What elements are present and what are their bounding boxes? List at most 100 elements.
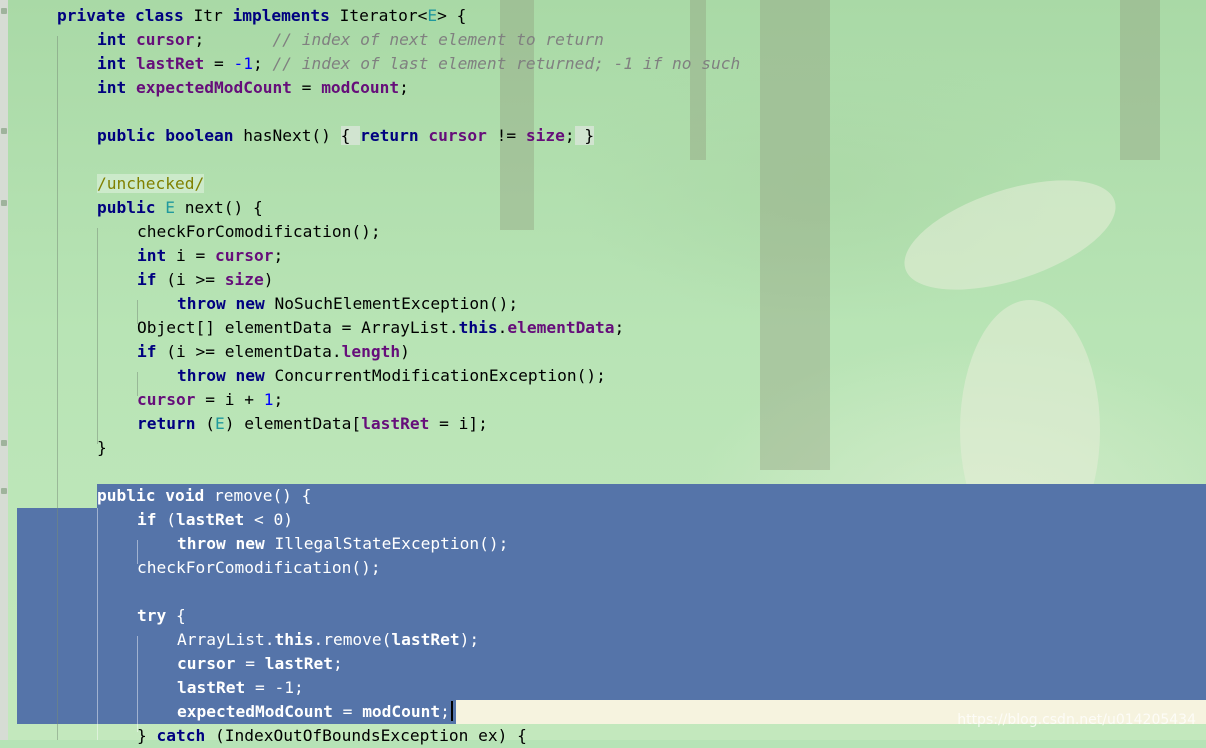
statement: ConcurrentModificationException(); <box>264 366 606 385</box>
statement: = i + <box>195 390 264 409</box>
field-name: lastRet <box>177 678 246 697</box>
punctuation: ; <box>399 78 409 97</box>
punctuation: { <box>166 606 186 625</box>
code-line[interactable]: int cursor; // index of next element to … <box>17 28 1206 52</box>
keyword: new <box>235 534 265 553</box>
folded-brace[interactable]: } <box>574 126 595 145</box>
keyword: this <box>458 318 498 337</box>
field-name: expectedModCount <box>177 702 333 721</box>
field-name: elementData <box>507 318 615 337</box>
statement: ) elementData[ <box>224 414 362 433</box>
statement: IllegalStateException(); <box>264 534 509 553</box>
fold-marker-icon[interactable] <box>1 128 7 134</box>
code-line[interactable]: checkForComodification(); <box>17 220 1206 244</box>
punctuation: ) <box>263 270 274 289</box>
method-signature: next() { <box>174 198 263 217</box>
keyword: if <box>137 510 157 529</box>
editor-gutter[interactable] <box>0 0 8 740</box>
punctuation: . <box>497 318 508 337</box>
field-name: lastRet <box>264 654 333 673</box>
keyword: new <box>235 366 265 385</box>
code-line[interactable]: public boolean hasNext() { return cursor… <box>17 124 1206 148</box>
field-name: modCount <box>362 702 441 721</box>
code-line-selected[interactable]: cursor = lastRet; <box>17 652 1206 676</box>
code-line[interactable]: throw new ConcurrentModificationExceptio… <box>17 364 1206 388</box>
code-line[interactable]: return (E) elementData[lastRet = i]; <box>17 412 1206 436</box>
folded-brace[interactable]: { <box>340 126 361 145</box>
statement: (i >= <box>156 270 225 289</box>
fold-marker-icon[interactable] <box>1 8 7 14</box>
keyword: return <box>360 126 419 145</box>
code-editor[interactable]: private class Itr implements Iterator<E>… <box>17 0 1206 745</box>
code-line-selected[interactable]: lastRet = -1; <box>17 676 1206 700</box>
fold-marker-icon[interactable] <box>1 440 7 446</box>
fold-marker-icon[interactable] <box>1 488 7 494</box>
code-line[interactable]: } <box>17 436 1206 460</box>
text-caret <box>450 701 453 721</box>
keyword: public <box>97 486 156 505</box>
code-line[interactable]: /unchecked/ <box>17 172 1206 196</box>
code-line[interactable]: cursor = i + 1; <box>17 388 1206 412</box>
keyword: return <box>137 414 196 433</box>
operator: = <box>235 654 265 673</box>
code-line[interactable]: private class Itr implements Iterator<E>… <box>17 4 1206 28</box>
code-line-selected[interactable]: throw new IllegalStateException(); <box>17 532 1206 556</box>
field-name: cursor <box>177 654 236 673</box>
operator: = <box>332 702 363 721</box>
statement: NoSuchElementException(); <box>264 294 519 313</box>
code-line-selected[interactable]: try { <box>17 604 1206 628</box>
annotation-text: /unchecked/ <box>97 174 205 193</box>
punctuation: ; <box>614 318 625 337</box>
keyword: throw <box>177 294 226 313</box>
punctuation: ; <box>273 390 284 409</box>
punctuation: ( <box>195 414 215 433</box>
keyword: new <box>235 294 265 313</box>
type-parameter: E <box>165 198 175 217</box>
punctuation: ; <box>332 654 343 673</box>
code-line[interactable]: public E next() { <box>17 196 1206 220</box>
field-name: lastRet <box>361 414 430 433</box>
field-name: lastRet <box>176 510 245 529</box>
statement: checkForComodification(); <box>137 222 381 241</box>
keyword: catch <box>156 726 206 745</box>
keyword: int <box>137 246 167 265</box>
statement: .remove( <box>313 630 392 649</box>
code-line-selected[interactable]: public void remove() { <box>17 484 1206 508</box>
keyword: if <box>137 342 157 361</box>
code-line[interactable]: int i = cursor; <box>17 244 1206 268</box>
code-line-selected[interactable]: checkForComodification(); <box>17 556 1206 580</box>
interface-name: Iterator< <box>329 6 428 25</box>
keyword: void <box>165 486 205 505</box>
keyword: throw <box>177 366 226 385</box>
code-line[interactable]: if (i >= elementData.length) <box>17 340 1206 364</box>
field-name: cursor <box>428 126 487 145</box>
statement: checkForComodification(); <box>137 558 381 577</box>
keyword: int <box>97 30 127 49</box>
keyword: boolean <box>165 126 234 145</box>
code-line-selected[interactable]: if (lastRet < 0) <box>17 508 1206 532</box>
field-name: expectedModCount <box>136 78 292 97</box>
statement: (i >= elementData. <box>156 342 342 361</box>
code-line-selected[interactable]: ArrayList.this.remove(lastRet); <box>17 628 1206 652</box>
statement: ArrayList. <box>177 630 275 649</box>
field-name: modCount <box>321 78 400 97</box>
keyword: this <box>274 630 314 649</box>
field-name: cursor <box>214 246 274 265</box>
field-name: lastRet <box>136 54 205 73</box>
punctuation: ; <box>564 126 575 145</box>
field-name: length <box>341 342 401 361</box>
code-line[interactable]: int expectedModCount = modCount; <box>17 76 1206 100</box>
code-line[interactable]: Object[] elementData = ArrayList.this.el… <box>17 316 1206 340</box>
number-literal: -1 <box>233 54 253 73</box>
keyword: private <box>57 6 126 25</box>
fold-marker-icon[interactable] <box>1 200 7 206</box>
code-line[interactable]: throw new NoSuchElementException(); <box>17 292 1206 316</box>
code-line[interactable]: int lastRet = -1; // index of last eleme… <box>17 52 1206 76</box>
operator: = <box>204 54 234 73</box>
comment: // index of next element to return <box>272 30 604 49</box>
code-line[interactable]: if (i >= size) <box>17 268 1206 292</box>
class-name: Itr <box>183 6 233 25</box>
punctuation: } <box>97 438 107 457</box>
statement: < 0) <box>244 510 293 529</box>
keyword: int <box>97 54 127 73</box>
